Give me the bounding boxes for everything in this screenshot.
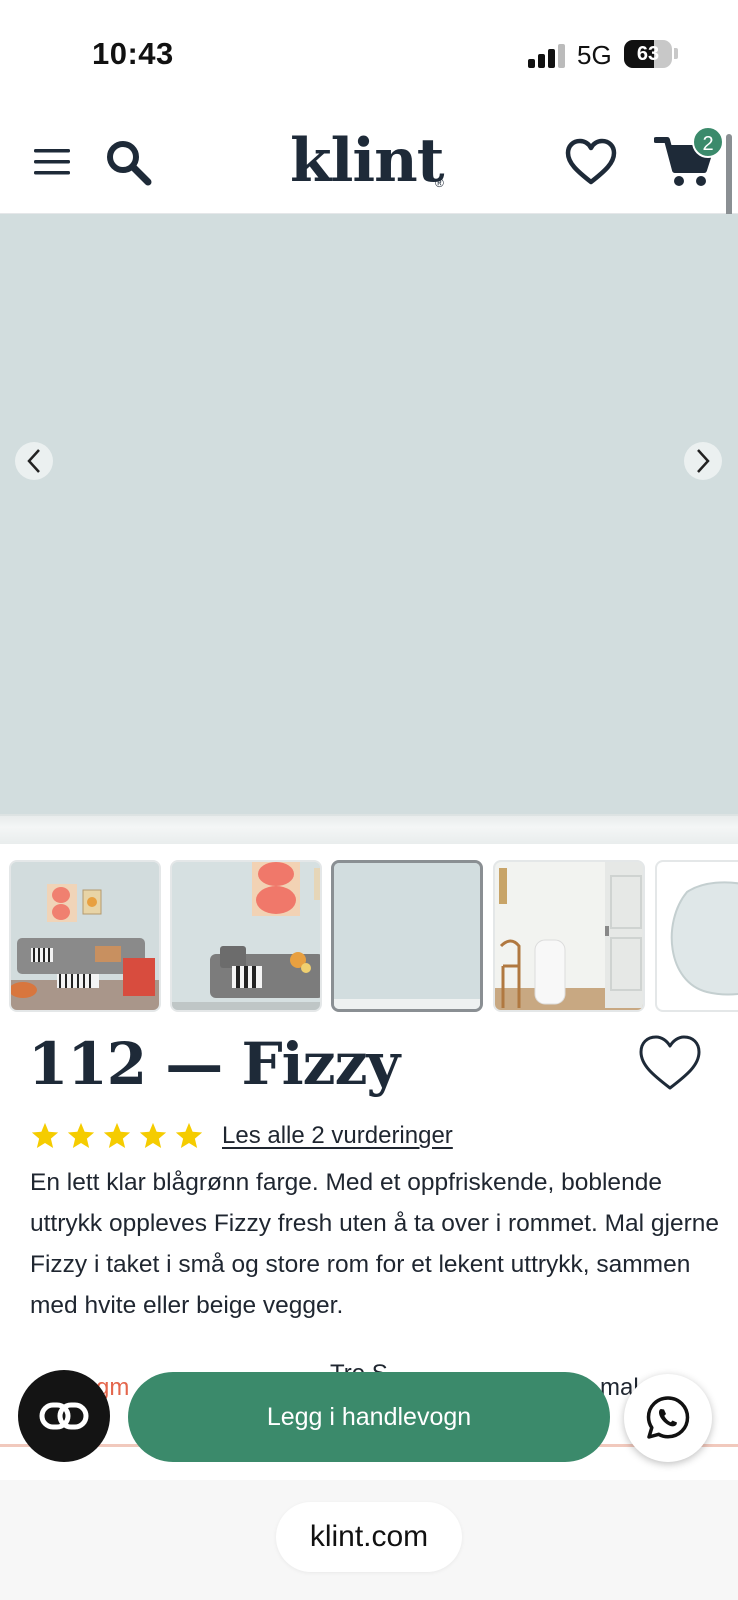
site-logo[interactable]: klint: [290, 126, 444, 196]
product-rating: Les alle 2 vurderinger: [30, 1118, 453, 1154]
star-icon: [31, 1122, 59, 1148]
cart-count-badge: 2: [692, 126, 724, 158]
chevron-left-icon: [27, 449, 40, 473]
thumbnail-2[interactable]: [170, 860, 322, 1012]
wishlist-button[interactable]: [562, 134, 620, 190]
thumbnail-image: [11, 862, 159, 1010]
signal-icon: [528, 44, 565, 68]
site-header: klint ®: [0, 110, 738, 214]
rating-stars: [30, 1121, 204, 1151]
thumbnail-image: [495, 862, 643, 1010]
menu-button[interactable]: [28, 138, 76, 186]
star-icon: [175, 1122, 203, 1148]
status-bar: 10:43 5G 63: [0, 0, 738, 110]
carousel-prev-button[interactable]: [15, 442, 53, 480]
product-title: 112 — Fizzy: [28, 1030, 400, 1098]
menu-icon: [34, 149, 70, 175]
browser-bar: klint.com: [0, 1480, 738, 1600]
battery-icon: 63: [624, 40, 672, 68]
thumbnail-image: [172, 862, 320, 1010]
link-icon: [39, 1402, 89, 1430]
heart-icon: [639, 1035, 701, 1090]
star-icon: [103, 1122, 131, 1148]
thumbnail-1[interactable]: [9, 860, 161, 1012]
status-time: 10:43: [92, 36, 174, 71]
whatsapp-button[interactable]: [624, 1374, 712, 1462]
star-icon: [139, 1122, 167, 1148]
network-label: 5G: [577, 40, 612, 70]
thumbnail-4[interactable]: [493, 860, 645, 1012]
thumbnail-image: [334, 863, 480, 1009]
thumbnail-strip: [0, 860, 738, 1016]
address-bar[interactable]: klint.com: [276, 1502, 462, 1572]
add-to-cart-button[interactable]: Legg i handlevogn: [128, 1372, 610, 1462]
ar-view-button[interactable]: [18, 1370, 110, 1462]
thumbnail-5[interactable]: [655, 860, 738, 1012]
hero-skirting-board: [0, 814, 738, 844]
reviews-link[interactable]: Les alle 2 vurderinger: [222, 1122, 453, 1150]
chevron-right-icon: [697, 449, 710, 473]
thumbnail-image: [657, 862, 738, 1010]
heart-icon: [565, 138, 617, 185]
battery-percent: 63: [636, 43, 660, 65]
logo-registered-mark: ®: [435, 176, 444, 190]
add-to-favorites-button[interactable]: [636, 1032, 704, 1094]
thumbnail-3[interactable]: [331, 860, 483, 1012]
search-button[interactable]: [100, 134, 156, 190]
battery-cap: [674, 48, 678, 59]
product-description: En lett klar blågrønn farge. Med et oppf…: [30, 1169, 719, 1319]
hero-image: [0, 214, 738, 844]
search-icon: [107, 141, 152, 186]
carousel-next-button[interactable]: [684, 442, 722, 480]
whatsapp-icon: [646, 1396, 690, 1439]
star-icon: [67, 1122, 95, 1148]
